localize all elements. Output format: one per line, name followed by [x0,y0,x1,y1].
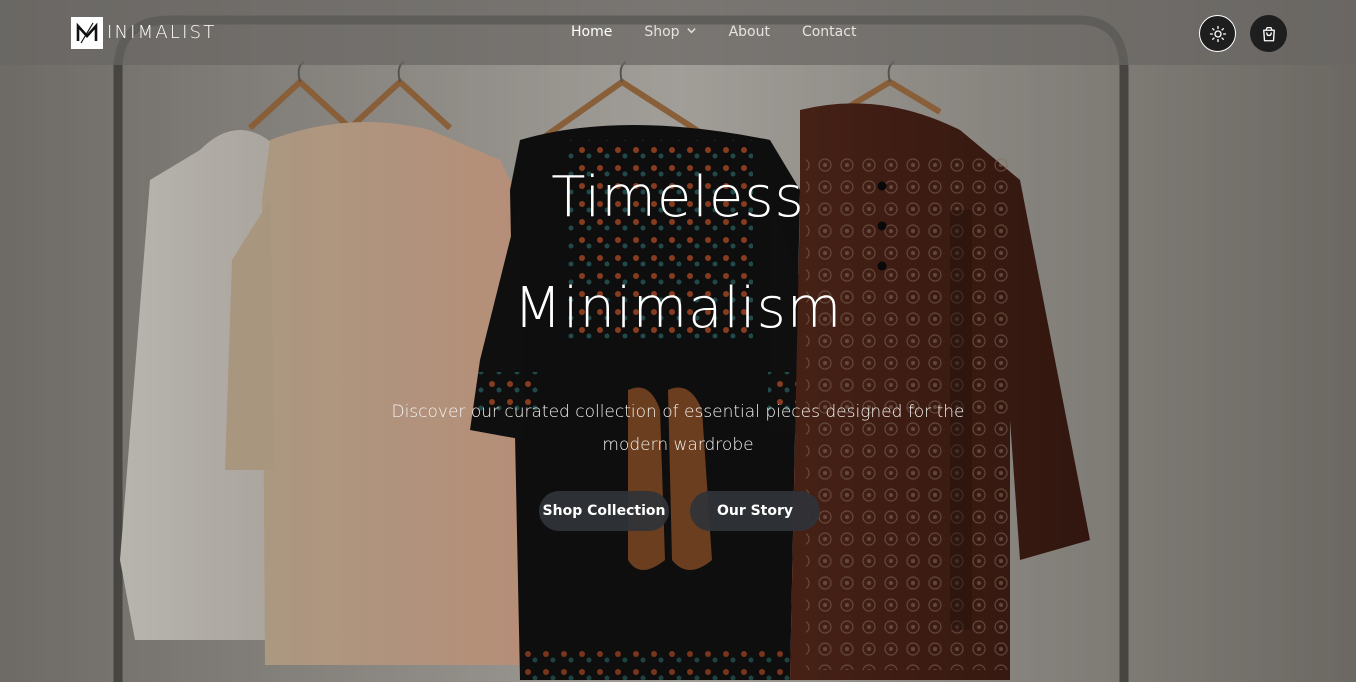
sun-icon [1209,25,1226,42]
nav-home-label: Home [571,24,613,40]
brand-logo[interactable]: INIMALIST [71,16,216,49]
theme-toggle-button[interactable] [1199,15,1236,52]
hero-section [0,0,1356,682]
nav-home[interactable]: Home [571,24,612,40]
hero-headline-line-1: Timeless [551,165,805,230]
our-story-button[interactable]: Our Story [690,491,820,531]
main-nav: Home Shop About Contact [571,24,888,40]
shopping-bag-icon [1262,26,1275,41]
hero-subtitle: Discover our curated collection of essen… [391,402,965,455]
shop-collection-button[interactable]: Shop Collection [539,491,669,531]
nav-shop-label: Shop [644,24,680,40]
hero-overlay [0,0,1356,682]
navbar: INIMALIST Home Shop About Contact [0,0,1356,65]
logo-m-icon [76,22,98,43]
nav-about[interactable]: About [729,24,770,40]
nav-about-label: About [728,24,770,40]
logo-mark [71,16,103,49]
cart-button[interactable] [1250,15,1287,52]
nav-contact[interactable]: Contact [802,24,856,40]
hero-headline-line-2: Minimalism [513,276,843,341]
chevron-down-icon [686,24,697,40]
nav-shop[interactable]: Shop [644,24,696,40]
brand-name: INIMALIST [107,22,217,43]
nav-contact-label: Contact [801,24,857,40]
